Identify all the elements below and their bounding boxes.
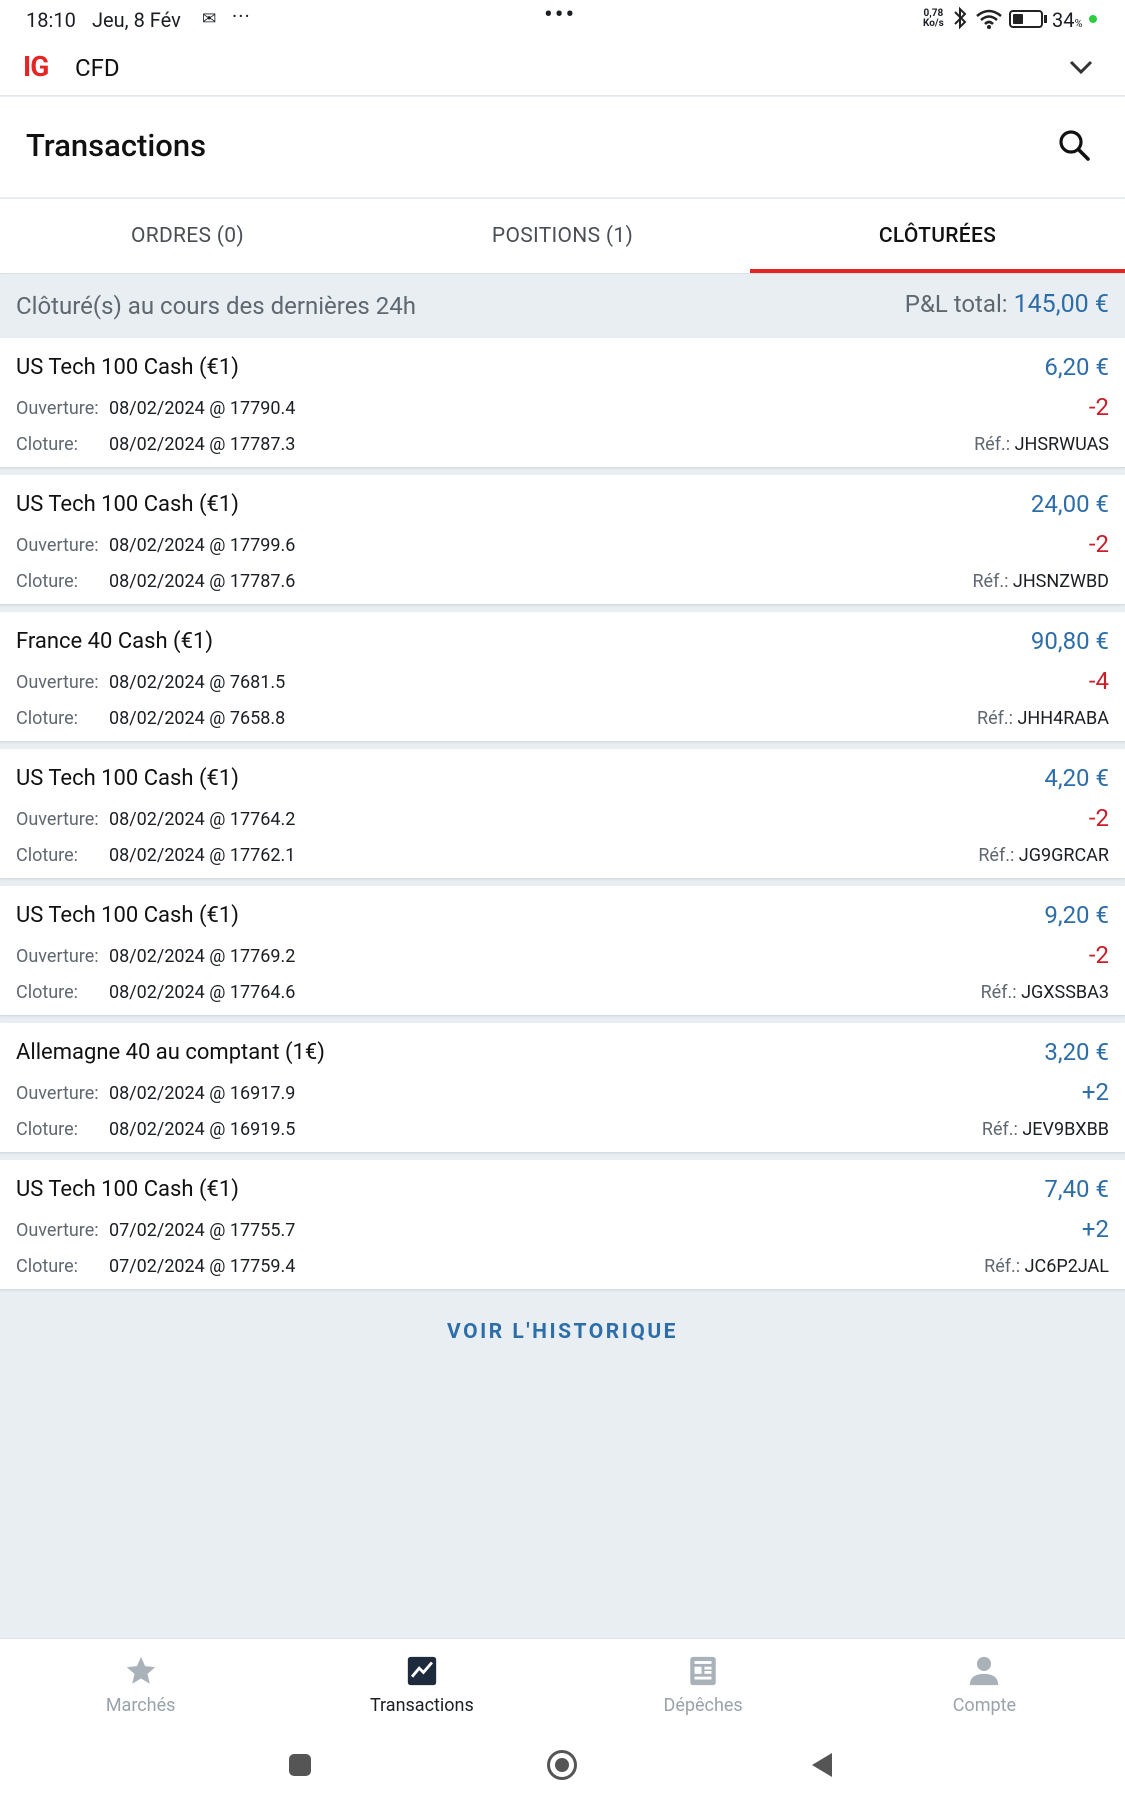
total-pl-value: 145,00 € xyxy=(1013,290,1109,319)
system-nav-bar xyxy=(0,1734,1125,1800)
battery-icon xyxy=(1009,10,1043,28)
trade-ref: Réf.: JEV9BXBB xyxy=(981,1119,1109,1140)
total-pl: P&L total: 145,00 € xyxy=(904,290,1109,319)
battery-percent: 34% xyxy=(1052,8,1083,32)
nav-marches[interactable]: Marchés xyxy=(0,1639,281,1734)
trade-ref: Réf.: JC6P2JAL xyxy=(984,1256,1109,1277)
person-icon xyxy=(966,1653,1002,1689)
trade-close: Cloture: 08/02/2024 @ 16919.5 xyxy=(16,1119,296,1140)
news-icon xyxy=(685,1653,721,1689)
trade-ref: Réf.: JG9GRCAR xyxy=(978,845,1109,866)
trade-size: -2 xyxy=(1088,941,1109,969)
trade-row[interactable]: France 40 Cash (€1) Ouverture: 08/02/2024… xyxy=(0,612,1125,742)
trade-ref: Réf.: JHSRWUAS xyxy=(974,434,1109,455)
account-bar[interactable]: IG CFD xyxy=(0,40,1125,96)
trade-pl: 90,80 € xyxy=(1030,627,1109,655)
notification-icon: ✉ xyxy=(202,9,217,29)
pl-summary-bar: Clôturé(s) au cours des dernières 24h P&… xyxy=(0,274,1125,338)
trade-open: Ouverture: 08/02/2024 @ 17790.4 xyxy=(16,398,296,419)
tab-bar: ORDRES (0) POSITIONS (1) CLÔTURÉES xyxy=(0,199,1125,273)
recents-icon[interactable] xyxy=(289,1754,311,1776)
wifi-icon xyxy=(976,9,1002,29)
trade-instrument: US Tech 100 Cash (€1) xyxy=(16,1177,239,1202)
tab-cloturees[interactable]: CLÔTURÉES xyxy=(750,199,1125,273)
nav-transactions[interactable]: Transactions xyxy=(281,1639,562,1734)
trade-row[interactable]: US Tech 100 Cash (€1) Ouverture: 08/02/20… xyxy=(0,886,1125,1016)
trade-close: Cloture: 08/02/2024 @ 17787.3 xyxy=(16,434,296,455)
trade-instrument: Allemagne 40 au comptant (1€) xyxy=(16,1040,325,1065)
trade-row[interactable]: US Tech 100 Cash (€1) Ouverture: 08/02/20… xyxy=(0,338,1125,468)
trade-ref: Réf.: JHSNZWBD xyxy=(972,571,1109,592)
trade-open: Ouverture: 08/02/2024 @ 17769.2 xyxy=(16,946,296,967)
bluetooth-icon xyxy=(954,6,967,30)
privacy-indicator-dot xyxy=(1089,15,1097,23)
status-bar: 18:10 Jeu, 8 Fév ✉ ··· ••• 0,78 Ko/s 34% xyxy=(0,0,1125,40)
trade-ref: Réf.: JGXSSBA3 xyxy=(980,982,1109,1003)
star-icon xyxy=(123,1653,159,1689)
trade-pl: 7,40 € xyxy=(1044,1175,1109,1203)
view-history-link[interactable]: VOIR L'HISTORIQUE xyxy=(0,1320,1125,1344)
trade-row[interactable]: US Tech 100 Cash (€1) Ouverture: 08/02/20… xyxy=(0,475,1125,605)
home-icon[interactable] xyxy=(547,1750,577,1780)
trade-open: Ouverture: 08/02/2024 @ 17799.6 xyxy=(16,535,296,556)
trade-size: -2 xyxy=(1088,530,1109,558)
trade-close: Cloture: 08/02/2024 @ 17762.1 xyxy=(16,845,296,866)
chart-icon xyxy=(404,1653,440,1689)
account-type: CFD xyxy=(75,54,120,82)
trade-row[interactable]: US Tech 100 Cash (€1) Ouverture: 07/02/20… xyxy=(0,1160,1125,1290)
trade-close: Cloture: 08/02/2024 @ 7658.8 xyxy=(16,708,286,729)
trade-close: Cloture: 08/02/2024 @ 17764.6 xyxy=(16,982,296,1003)
status-date: Jeu, 8 Fév xyxy=(92,8,181,32)
trade-size: -2 xyxy=(1088,393,1109,421)
trade-size: +2 xyxy=(1081,1078,1109,1106)
trade-pl: 9,20 € xyxy=(1044,901,1109,929)
page-title: Transactions xyxy=(26,127,207,164)
trade-row[interactable]: Allemagne 40 au comptant (1€) Ouverture:… xyxy=(0,1023,1125,1153)
trade-instrument: US Tech 100 Cash (€1) xyxy=(16,766,239,791)
trade-pl: 4,20 € xyxy=(1044,764,1109,792)
trade-close: Cloture: 07/02/2024 @ 17759.4 xyxy=(16,1256,296,1277)
trade-ref: Réf.: JHH4RABA xyxy=(977,708,1109,729)
closed-trades-list: US Tech 100 Cash (€1) Ouverture: 08/02/20… xyxy=(0,338,1125,1290)
network-speed: 0,78 Ko/s xyxy=(923,8,944,29)
tab-ordres[interactable]: ORDRES (0) xyxy=(0,199,375,273)
trade-size: +2 xyxy=(1081,1215,1109,1243)
trade-open: Ouverture: 08/02/2024 @ 7681.5 xyxy=(16,672,286,693)
trade-size: -2 xyxy=(1088,804,1109,832)
trade-pl: 6,20 € xyxy=(1044,353,1109,381)
trade-pl: 3,20 € xyxy=(1044,1038,1109,1066)
trade-size: -4 xyxy=(1088,667,1109,695)
tab-positions[interactable]: POSITIONS (1) xyxy=(375,199,750,273)
title-bar: Transactions xyxy=(0,97,1125,197)
trade-open: Ouverture: 07/02/2024 @ 17755.7 xyxy=(16,1220,296,1241)
multiwindow-handle-icon[interactable]: ••• xyxy=(544,0,576,30)
trade-open: Ouverture: 08/02/2024 @ 17764.2 xyxy=(16,809,296,830)
trade-instrument: US Tech 100 Cash (€1) xyxy=(16,903,239,928)
ig-logo: IG xyxy=(23,50,49,83)
bottom-nav: Marchés Transactions Dépêches Compte xyxy=(0,1638,1125,1734)
chevron-down-icon[interactable] xyxy=(1068,58,1094,76)
trade-instrument: US Tech 100 Cash (€1) xyxy=(16,355,239,380)
trade-row[interactable]: US Tech 100 Cash (€1) Ouverture: 08/02/20… xyxy=(0,749,1125,879)
search-icon[interactable] xyxy=(1055,127,1095,167)
more-notifications-icon: ··· xyxy=(232,4,251,28)
nav-depeches[interactable]: Dépêches xyxy=(563,1639,844,1734)
status-time: 18:10 xyxy=(26,8,76,32)
trade-open: Ouverture: 08/02/2024 @ 16917.9 xyxy=(16,1083,296,1104)
trade-pl: 24,00 € xyxy=(1030,490,1109,518)
summary-label: Clôturé(s) au cours des dernières 24h xyxy=(16,292,416,320)
trade-instrument: US Tech 100 Cash (€1) xyxy=(16,492,239,517)
back-icon[interactable] xyxy=(812,1753,832,1777)
nav-compte[interactable]: Compte xyxy=(844,1639,1125,1734)
trade-close: Cloture: 08/02/2024 @ 17787.6 xyxy=(16,571,296,592)
trade-instrument: France 40 Cash (€1) xyxy=(16,629,213,654)
